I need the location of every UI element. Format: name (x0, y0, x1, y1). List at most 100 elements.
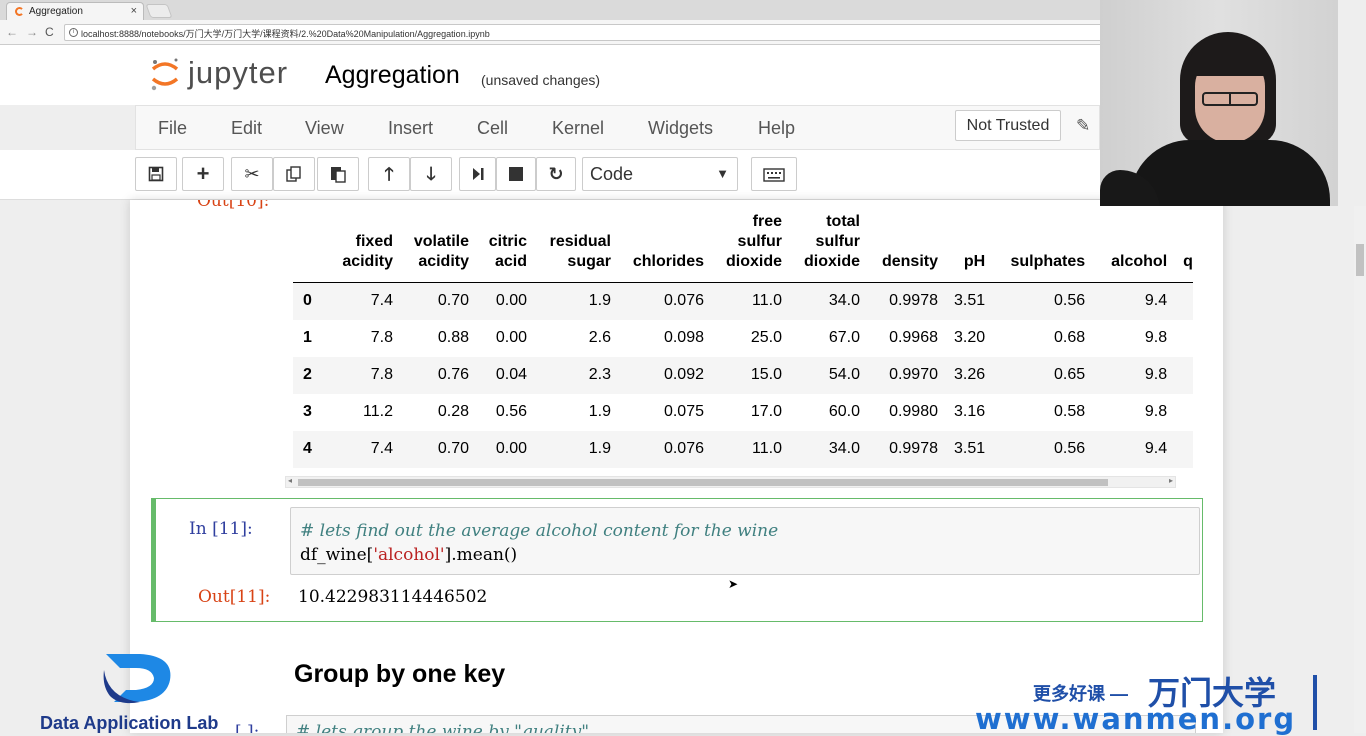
table-cell (1175, 283, 1193, 320)
save-status: (unsaved changes) (481, 72, 601, 88)
restart-icon: ↻ (548, 164, 564, 184)
table-cell: 0.00 (495, 329, 527, 346)
restart-button[interactable]: ↻ (536, 157, 576, 191)
table-cell: 67.0 (828, 329, 860, 346)
horizontal-scrollbar[interactable]: ◂ ▸ (285, 476, 1176, 488)
table-cell: 54.0 (828, 366, 860, 383)
interrupt-button[interactable] (496, 157, 536, 191)
scroll-left-icon[interactable]: ◂ (288, 476, 292, 485)
back-icon[interactable]: ← (6, 25, 18, 39)
insert-cell-button[interactable]: + (182, 157, 224, 191)
paste-icon (331, 167, 346, 183)
jupyter-favicon-icon (15, 7, 24, 16)
table-cell: 0.9968 (889, 329, 938, 346)
table-cell: 0.9978 (889, 292, 938, 310)
save-button[interactable] (135, 157, 177, 191)
cut-button[interactable]: ✂ (231, 157, 273, 191)
column-header: q (1183, 253, 1193, 270)
pencil-icon[interactable]: ✎ (1076, 116, 1090, 136)
move-up-button[interactable]: 🡑 (368, 157, 410, 191)
watermark-bar (1313, 675, 1317, 730)
table-cell: 1.9 (588, 292, 611, 310)
table-cell: 11.0 (752, 292, 782, 310)
column-header: citric acid (488, 233, 527, 270)
table-cell: 0.9970 (889, 366, 938, 383)
table-cell: 11.2 (363, 403, 393, 420)
output-value: 10.422983114446502 (298, 587, 488, 607)
table-cell: 0.56 (495, 403, 527, 420)
menu-edit[interactable]: Edit (231, 118, 262, 139)
horizontal-scroll-thumb[interactable] (298, 479, 1108, 486)
code-input-area[interactable]: # lets find out the average alcohol cont… (290, 507, 1200, 575)
menu-cell[interactable]: Cell (477, 118, 508, 139)
out-prompt-11: Out[11]: (198, 587, 271, 607)
paste-button[interactable] (317, 157, 359, 191)
column-header: density (881, 253, 938, 270)
run-icon (472, 168, 483, 180)
run-button[interactable] (459, 157, 496, 191)
code-text: ].mean() (444, 545, 518, 565)
arrow-down-icon: 🡓 (426, 164, 436, 184)
table-cell: 2.3 (588, 366, 611, 383)
table-cell: 3.20 (954, 329, 986, 346)
notebook-title[interactable]: Aggregation (325, 61, 460, 90)
dropdown-arrow-icon: ▼ (716, 166, 729, 181)
new-tab-button[interactable] (145, 4, 173, 18)
not-trusted-button[interactable]: Not Trusted (955, 110, 1061, 141)
webcam-overlay (1100, 0, 1338, 206)
keyboard-icon (763, 168, 785, 182)
copy-button[interactable] (273, 157, 315, 191)
table-cell: 0.00 (495, 440, 527, 457)
menu-help[interactable]: Help (758, 118, 795, 139)
table-cell: 3.16 (954, 403, 986, 420)
reload-icon[interactable]: C (45, 25, 54, 39)
plus-icon: + (196, 161, 210, 186)
table-cell: 60.0 (828, 403, 860, 420)
close-tab-icon[interactable]: × (131, 5, 137, 17)
info-icon[interactable]: i (69, 28, 78, 37)
move-down-button[interactable]: 🡓 (410, 157, 452, 191)
column-header: residual sugar (549, 233, 611, 270)
table-cell: 0.28 (437, 403, 469, 420)
scroll-right-icon[interactable]: ▸ (1169, 476, 1173, 485)
menu-insert[interactable]: Insert (388, 118, 433, 139)
cell-type-select[interactable]: Code ▼ (582, 157, 738, 191)
address-bar: ← → C i localhost:8888/notebooks/万门大学/万门… (0, 20, 1104, 45)
menu-view[interactable]: View (305, 118, 344, 139)
table-row: 3 11.2 0.28 0.56 1.9 0.075 17.0 60.0 0.9… (293, 394, 1193, 431)
command-palette-button[interactable] (751, 157, 797, 191)
code-cell-selected[interactable]: In [11]: # lets find out the average alc… (151, 498, 1203, 622)
table-cell: 1.9 (588, 403, 611, 420)
browser-tab[interactable]: Aggregation × (6, 2, 144, 20)
table-cell: 0.076 (663, 440, 704, 457)
dataframe-output: fixed acidity volatile acidity citric ac… (293, 212, 1193, 468)
code-string: 'alcohol' (373, 545, 445, 565)
forward-icon[interactable]: → (26, 25, 38, 39)
table-header-row: fixed acidity volatile acidity citric ac… (293, 212, 1193, 283)
table-cell: 34.0 (828, 440, 860, 457)
menu-file[interactable]: File (158, 118, 187, 139)
url-text: localhost:8888/notebooks/万门大学/万门大学/课程资料/… (81, 29, 490, 39)
table-cell: 15.0 (750, 366, 782, 383)
menu-widgets[interactable]: Widgets (648, 118, 713, 139)
jupyter-logo[interactable]: jupyter (148, 53, 308, 95)
table-cell (1175, 320, 1193, 357)
table-cell: 0.58 (1054, 403, 1086, 420)
code-text: df_wine[ (300, 545, 374, 565)
tab-bar: Aggregation × (0, 0, 1100, 20)
table-cell: 0.04 (495, 366, 527, 383)
url-field[interactable]: i localhost:8888/notebooks/万门大学/万门大学/课程资… (64, 24, 1104, 41)
tab-title: Aggregation (29, 6, 83, 17)
table-cell: 7.4 (370, 292, 393, 310)
table-cell: 1.9 (588, 440, 611, 457)
page-scrollbar[interactable] (1354, 206, 1366, 733)
table-cell: 0.56 (1054, 292, 1086, 310)
table-cell (1175, 394, 1193, 431)
table-cell: 7.4 (370, 440, 393, 457)
table-cell: 0.9980 (889, 403, 938, 420)
page-scroll-thumb[interactable] (1356, 244, 1364, 276)
table-cell: 2.6 (588, 329, 611, 346)
column-header: chlorides (632, 253, 704, 270)
column-header: total sulfur dioxide (803, 213, 860, 270)
menu-kernel[interactable]: Kernel (552, 118, 604, 139)
